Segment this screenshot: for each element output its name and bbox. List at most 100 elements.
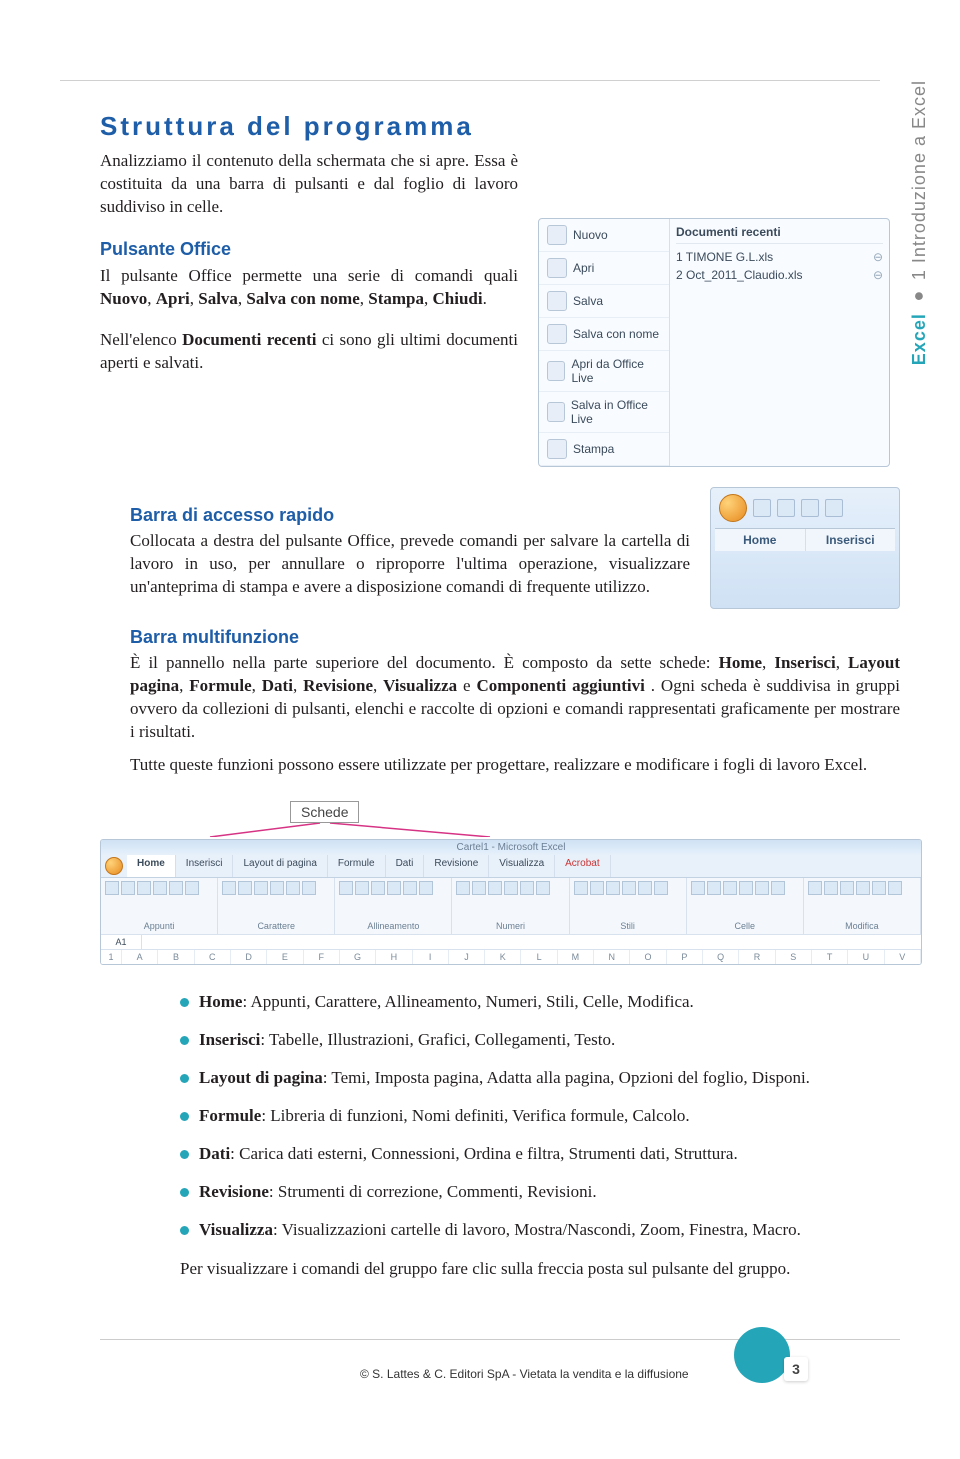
tab-groups-text: : Visualizzazioni cartelle di lavoro, Mo… [273, 1220, 801, 1239]
column-header: L [521, 950, 557, 964]
office-menu-left: Nuovo Apri Salva Salva con nome Apri da … [539, 219, 670, 466]
ribbon-button-icon [137, 881, 151, 895]
sec1-p2: Nell'elenco Documenti recenti ci sono gl… [100, 329, 518, 375]
column-header: O [630, 950, 666, 964]
recent-header: Documenti recenti [676, 223, 883, 244]
list-item: Home: Appunti, Carattere, Allineamento, … [180, 991, 900, 1013]
list-item: Inserisci: Tabelle, Illustrazioni, Grafi… [180, 1029, 900, 1051]
tab-name: Revisione [199, 1182, 269, 1201]
folder-icon [547, 258, 567, 278]
ribbon-tab: Layout di pagina [233, 855, 327, 877]
window-title: Cartel1 - Microsoft Excel [101, 840, 921, 855]
tab-name: Layout di pagina [199, 1068, 323, 1087]
tab-groups-text: : Appunti, Carattere, Allineamento, Nume… [242, 992, 693, 1011]
pin-icon: ⊖ [873, 250, 883, 264]
heading-pulsante-office: Pulsante Office [100, 237, 518, 261]
side-label-sub: 1 Introduzione a Excel [909, 80, 929, 280]
office-menu-item: Stampa [539, 433, 669, 466]
list-item: Visualizza: Visualizzazioni cartelle di … [180, 1219, 900, 1241]
ribbon-group: Stili [570, 878, 687, 934]
ribbon-button-icon [840, 881, 854, 895]
ribbon-group: Appunti [101, 878, 218, 934]
recent-item: 2 Oct_2011_Claudio.xls⊖ [676, 266, 883, 284]
ribbon-button-icon [872, 881, 886, 895]
column-header: B [158, 950, 194, 964]
callout-schede: Schede [290, 801, 359, 823]
column-header: H [376, 950, 412, 964]
ribbon-group-name: Celle [691, 919, 799, 931]
column-header: S [776, 950, 812, 964]
column-header: G [340, 950, 376, 964]
ribbon-button-icon [574, 881, 588, 895]
ribbon-button-icon [387, 881, 401, 895]
ribbon-groups: AppuntiCarattereAllineamentoNumeriStiliC… [101, 878, 921, 934]
tab-name: Visualizza [199, 1220, 273, 1239]
sec2-p: Collocata a destra del pulsante Office, … [130, 530, 690, 599]
ribbon-group-name: Appunti [105, 919, 213, 931]
file-icon [547, 225, 567, 245]
pin-icon: ⊖ [873, 268, 883, 282]
qat-tab-home: Home [715, 529, 806, 551]
tab-groups-text: : Strumenti di correzione, Commenti, Rev… [269, 1182, 597, 1201]
office-orb-icon [719, 494, 747, 522]
column-header: N [594, 950, 630, 964]
ribbon-button-icon [238, 881, 252, 895]
column-header: D [231, 950, 267, 964]
tab-groups-text: : Libreria di funzioni, Nomi definiti, V… [261, 1106, 689, 1125]
heading-qat: Barra di accesso rapido [130, 505, 690, 526]
qat-tab-inserisci: Inserisci [806, 529, 896, 551]
top-rule [60, 80, 880, 81]
list-item: Dati: Carica dati esterni, Connessioni, … [180, 1143, 900, 1165]
tab-name: Formule [199, 1106, 261, 1125]
ribbon-tab: Visualizza [489, 855, 555, 877]
column-headers: 1ABCDEFGHIJKLMNOPQRSTUV [101, 949, 921, 964]
list-item: Formule: Libreria di funzioni, Nomi defi… [180, 1105, 900, 1127]
print-icon [547, 439, 567, 459]
office-orb-icon [105, 857, 123, 875]
ribbon-button-icon [371, 881, 385, 895]
column-header: E [267, 950, 303, 964]
ribbon-group-name: Carattere [222, 919, 330, 931]
column-header: A [122, 950, 158, 964]
office-menu-item: Salva con nome [539, 318, 669, 351]
tab-name: Inserisci [199, 1030, 260, 1049]
ribbon-button-icon [355, 881, 369, 895]
qat-save-icon [753, 499, 771, 517]
ribbon-group-name: Modifica [808, 919, 916, 931]
column-header: V [885, 950, 921, 964]
ribbon-group: Carattere [218, 878, 335, 934]
column-header: I [413, 950, 449, 964]
ribbon-button-icon [504, 881, 518, 895]
recent-item: 1 TIMONE G.L.xls⊖ [676, 248, 883, 266]
column-header: T [812, 950, 848, 964]
heading-ribbon: Barra multifunzione [130, 627, 900, 648]
ribbon-button-icon [456, 881, 470, 895]
tab-name: Dati [199, 1144, 230, 1163]
ribbon-button-icon [771, 881, 785, 895]
page-footer: © S. Lattes & C. Editori SpA - Vietata l… [100, 1339, 900, 1399]
ribbon-button-icon [755, 881, 769, 895]
save-icon [547, 291, 567, 311]
office-menu-item: Nuovo [539, 219, 669, 252]
name-box: A1 [101, 935, 142, 949]
ribbon-button-icon [153, 881, 167, 895]
office-menu-item: Salva [539, 285, 669, 318]
ribbon-button-icon [723, 881, 737, 895]
ribbon-button-icon [622, 881, 636, 895]
qat-print-preview-icon [825, 499, 843, 517]
page-title: Struttura del programma [100, 111, 900, 142]
office-menu-recent: Documenti recenti 1 TIMONE G.L.xls⊖ 2 Oc… [670, 219, 889, 466]
qat-undo-icon [777, 499, 795, 517]
ribbon-tab: Formule [328, 855, 386, 877]
ribbon-tab: Revisione [424, 855, 489, 877]
column-header: R [739, 950, 775, 964]
list-item: Revisione: Strumenti di correzione, Comm… [180, 1181, 900, 1203]
cloud-save-icon [547, 402, 565, 422]
copyright-text: © S. Lattes & C. Editori SpA - Vietata l… [360, 1367, 689, 1381]
tab-name: Home [199, 992, 242, 1011]
ribbon-button-icon [856, 881, 870, 895]
ribbon-button-icon [105, 881, 119, 895]
intro-paragraph: Analizziamo il contenuto della schermata… [100, 150, 518, 219]
ribbon-group-name: Stili [574, 919, 682, 931]
ribbon-button-icon [169, 881, 183, 895]
